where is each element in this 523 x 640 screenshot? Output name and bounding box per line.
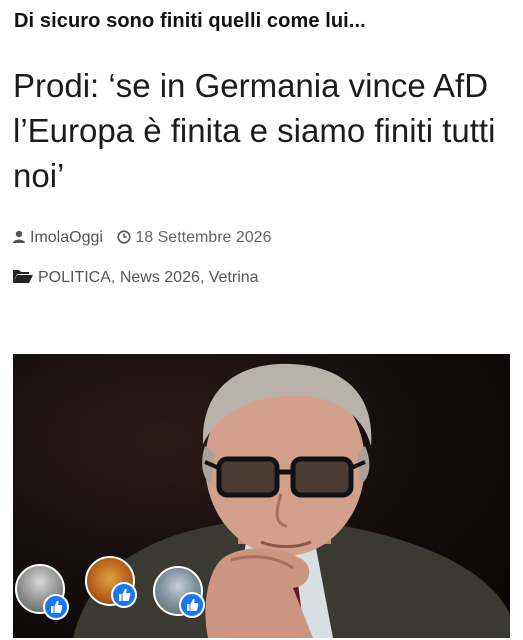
thumbs-up-icon (179, 592, 205, 618)
article-headline[interactable]: Prodi: ‘se in Germania vince AfD l’Europ… (13, 63, 513, 198)
clock-icon (117, 230, 131, 244)
category-vetrina[interactable]: Vetrina (209, 269, 259, 286)
folder-open-icon (13, 270, 33, 283)
category-meta: POLITICA, News 2026, Vetrina (12, 258, 259, 298)
article-meta: ImolaOggi 18 Settembre 2026 POLITICA, Ne… (12, 218, 512, 298)
author-link[interactable]: ImolaOggi (30, 229, 103, 246)
category-news-2026[interactable]: News 2026 (120, 269, 200, 286)
category-politica[interactable]: POLITICA (38, 269, 111, 286)
user-icon (13, 230, 25, 243)
thumbs-up-icon (111, 582, 137, 608)
post-caption: Di sicuro sono finiti quelli come lui... (14, 10, 366, 32)
publish-date: 18 Settembre 2026 (135, 229, 272, 246)
date-meta: 18 Settembre 2026 (117, 218, 271, 258)
reaction-avatars (13, 556, 273, 622)
thumbs-up-icon (43, 594, 69, 620)
author-meta: ImolaOggi (12, 218, 103, 258)
